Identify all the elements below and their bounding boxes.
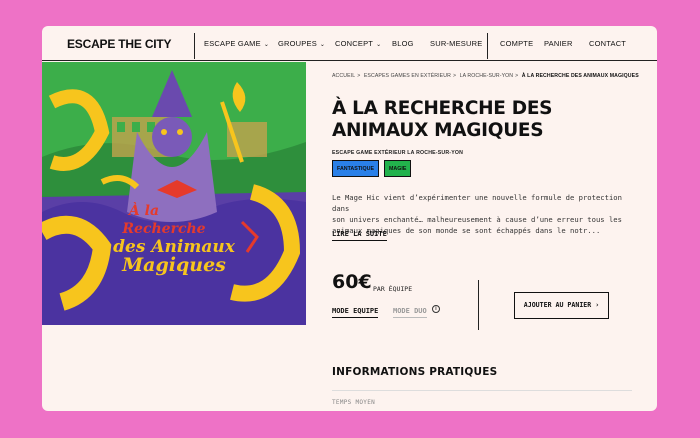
description-line: son univers enchanté… malheureusement à … (332, 215, 622, 224)
game-poster-image: À la Recherche des Animaux Magiques (42, 62, 306, 325)
description-line: Le Mage Hic vient d’expérimenter une nou… (332, 193, 622, 213)
browser-page: ESCAPE THE CITY ESCAPE GAME ⌄ GROUPES ⌄ CO… (42, 26, 657, 411)
chevron-right-icon: › (595, 301, 600, 309)
chevron-down-icon: ⌄ (376, 42, 382, 48)
nav-item-label: CONCEPT (335, 39, 374, 48)
page-title-line: ANIMAUX MAGIQUES (332, 120, 544, 141)
top-navigation: ESCAPE THE CITY ESCAPE GAME ⌄ GROUPES ⌄ CO… (42, 26, 657, 61)
nav-divider (194, 33, 195, 59)
nav-item-groupes[interactable]: GROUPES ⌄ (278, 39, 325, 48)
site-logo[interactable]: ESCAPE THE CITY (67, 37, 172, 51)
nav-item-label: ESCAPE GAME (204, 39, 261, 48)
page-title: À LA RECHERCHE DES ANIMAUX MAGIQUES (332, 98, 612, 142)
poster-title-line: À la (128, 203, 160, 219)
breadcrumb-current: À LA RECHERCHE DES ANIMAUX MAGIQUES (521, 73, 639, 79)
price: 60€ (332, 271, 372, 293)
nav-item-sur-mesure[interactable]: SUR-MESURE (430, 39, 482, 48)
nav-item-panier[interactable]: PANIER (544, 39, 573, 48)
chevron-down-icon: ⌄ (319, 42, 326, 48)
poster-title-line: Magiques (122, 254, 226, 276)
price-divider (478, 280, 479, 330)
nav-divider (487, 33, 488, 59)
add-to-cart-button[interactable]: AJOUTER AU PANIER › (514, 292, 609, 319)
temps-moyen-label: TEMPS MOYEN (332, 399, 376, 406)
practical-info-title: INFORMATIONS PRATIQUES (332, 366, 498, 378)
read-more-link[interactable]: LIRE LA SUITE (332, 230, 387, 241)
breadcrumb-escapes-exterieur[interactable]: ESCAPES GAMES EN EXTÉRIEUR (364, 73, 451, 79)
breadcrumb-accueil[interactable]: ACCUEIL (332, 73, 355, 79)
chevron-down-icon: ⌄ (263, 42, 270, 48)
nav-item-concept[interactable]: CONCEPT ⌄ (335, 39, 381, 48)
poster-title: À la Recherche des Animaux Magiques (42, 202, 306, 276)
breadcrumb-separator: > (357, 73, 361, 79)
breadcrumb-separator: > (452, 73, 457, 79)
nav-item-compte[interactable]: COMPTE (500, 39, 533, 48)
nav-item-contact[interactable]: CONTACT (589, 39, 626, 48)
game-subtitle: ESCAPE GAME EXTÉRIEUR LA ROCHE-SUR-YON (332, 150, 464, 156)
mode-duo-tab[interactable]: MODE DUO (393, 307, 427, 318)
tag-fantastique[interactable]: FANTASTIQUE (332, 160, 379, 177)
mode-equipe-tab[interactable]: MODE EQUIPE (332, 307, 379, 318)
page-title-line: À LA RECHERCHE DES (332, 98, 553, 119)
tag-magie[interactable]: MAGIE (384, 160, 412, 177)
nav-item-label: GROUPES (278, 39, 317, 48)
nav-item-blog[interactable]: BLOG (392, 39, 414, 48)
info-icon[interactable]: i (432, 305, 440, 313)
add-to-cart-label: AJOUTER AU PANIER (523, 301, 592, 309)
breadcrumb-la-roche-sur-yon[interactable]: LA ROCHE-SUR-YON (460, 73, 513, 79)
breadcrumb: ACCUEIL > ESCAPES GAMES EN EXTÉRIEUR > LA … (332, 73, 639, 79)
breadcrumb-separator: > (515, 73, 519, 79)
price-unit: PAR ÉQUIPE (373, 285, 413, 293)
poster-title-line: Recherche (122, 221, 206, 237)
section-divider (332, 390, 632, 391)
nav-item-escape-game[interactable]: ESCAPE GAME ⌄ (204, 39, 269, 48)
